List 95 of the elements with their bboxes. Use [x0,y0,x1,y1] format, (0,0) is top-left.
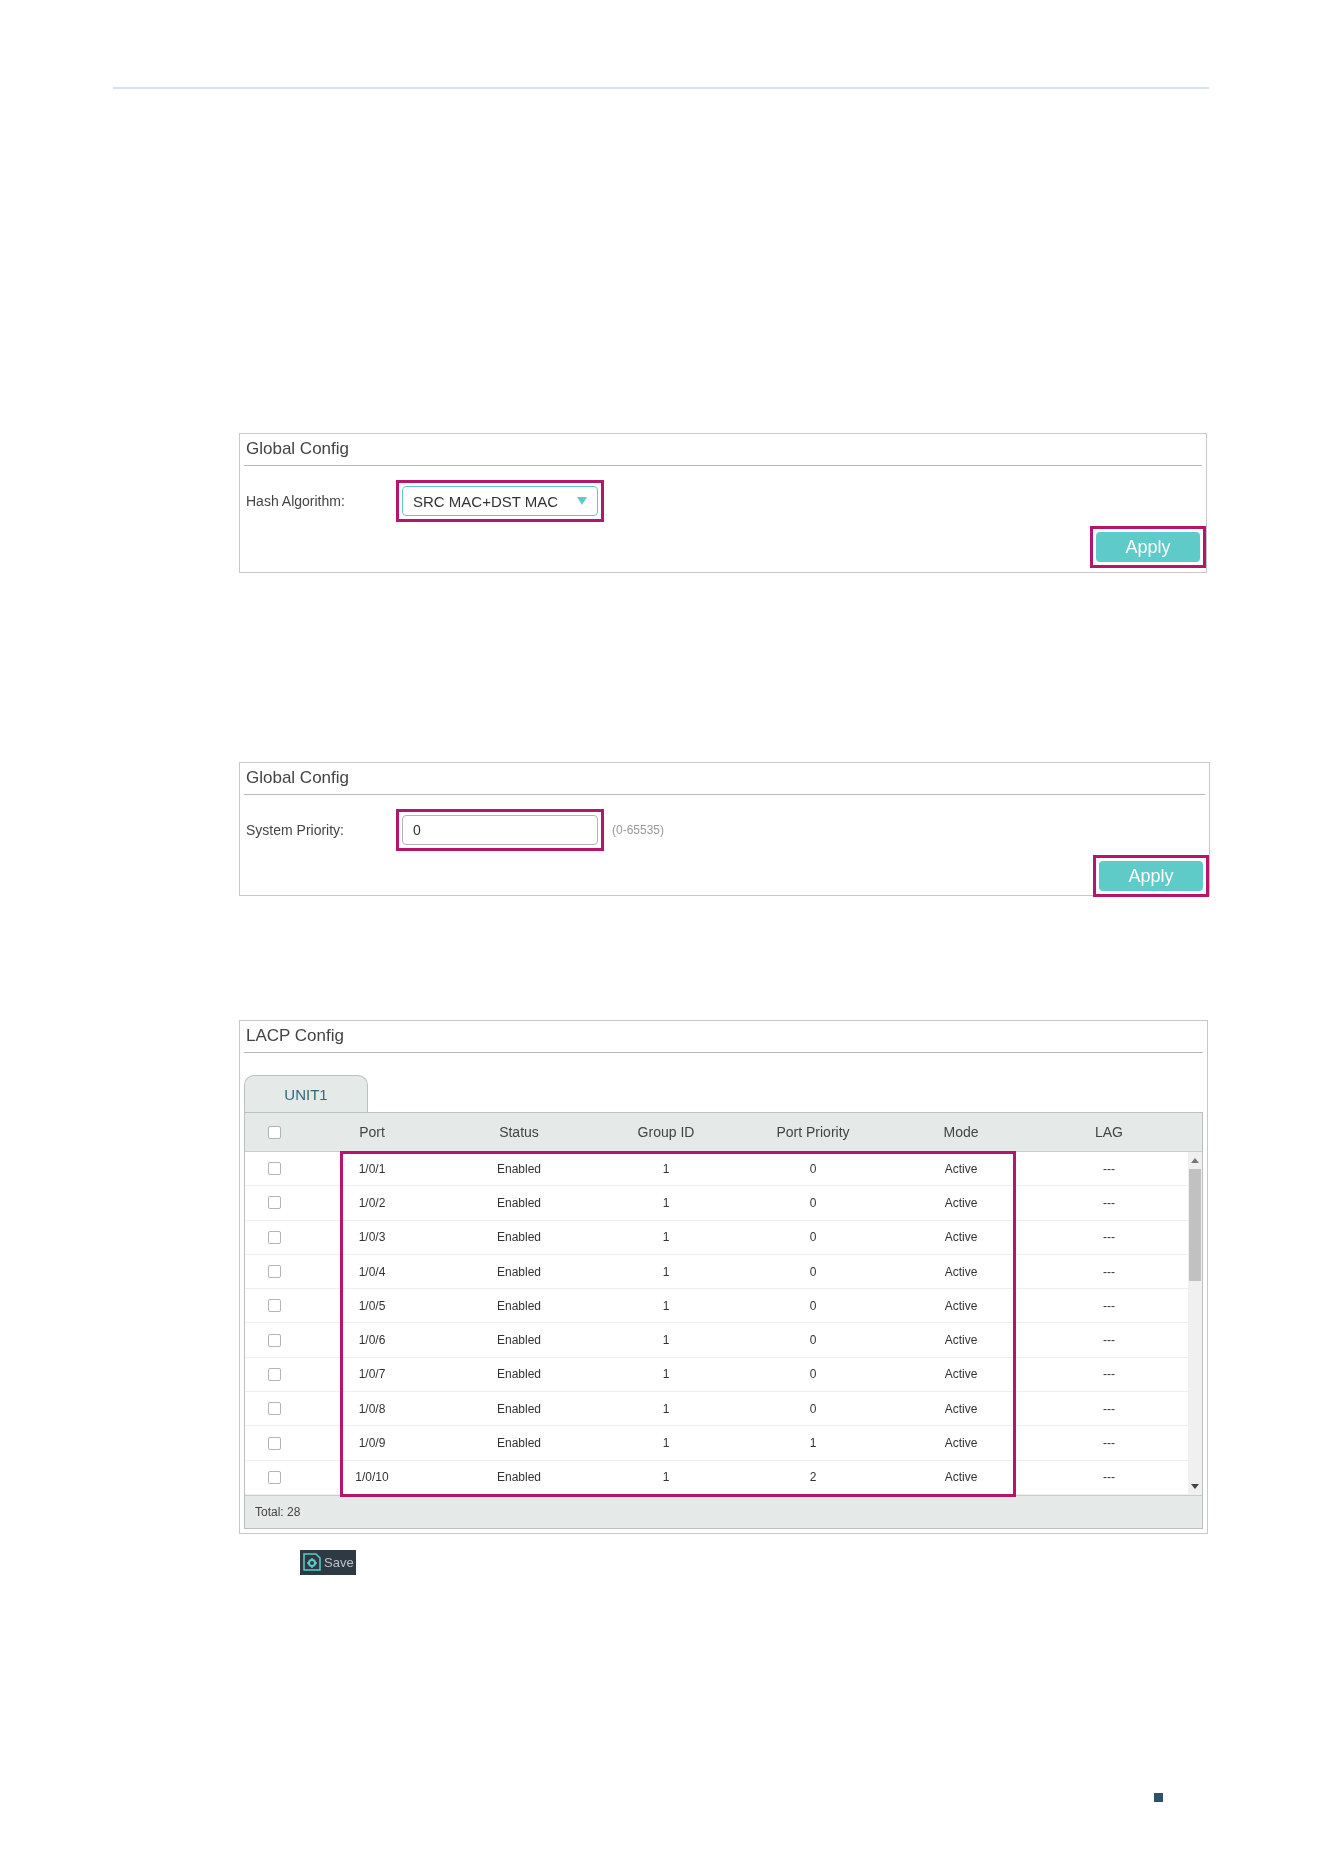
table-cell: --- [1103,1195,1115,1210]
table-cell: 1/0/7 [358,1367,386,1382]
table-cell: --- [1103,1298,1115,1313]
table-cell: 1 [662,1436,670,1450]
scrollbar-thumb[interactable] [1189,1169,1201,1281]
table-cell: 1/0/5 [358,1298,386,1313]
table-cell: Active [944,1264,978,1279]
table-cell: 1 [662,1333,670,1348]
checkbox[interactable] [267,1333,281,1347]
table-cell: 1/0/6 [358,1333,386,1348]
table-cell: Enabled [496,1470,541,1485]
panel-title: Global Config [245,767,350,789]
checkbox[interactable] [267,1436,281,1450]
table-cell: --- [1103,1367,1115,1382]
table-cell: 2 [809,1470,817,1485]
table-cell: 1 [662,1470,670,1485]
total-count: Total: 28 [255,1504,301,1519]
checkbox[interactable] [267,1196,281,1210]
table-cell: 1/0/4 [358,1264,386,1279]
table-cell: 0 [809,1264,817,1279]
table-cell: 0 [809,1367,817,1382]
page-marker [1154,1792,1163,1802]
table-cell: Active [944,1161,978,1176]
range-hint: (0-65535) [612,823,665,837]
table-cell: 1 [662,1230,670,1245]
table-cell: --- [1103,1161,1115,1176]
table-cell: Enabled [496,1195,541,1210]
table-cell: 1 [662,1161,670,1176]
table-cell: 1/0/8 [358,1401,386,1416]
checkbox[interactable] [267,1265,281,1279]
table-cell: Active [944,1333,978,1348]
save-button[interactable]: Save [300,1549,356,1575]
table-cell: 0 [809,1333,817,1348]
checkbox[interactable] [267,1299,281,1313]
checkbox[interactable] [267,1125,281,1139]
table-cell: --- [1103,1333,1115,1348]
table-cell: 0 [809,1161,817,1176]
table-cell: 1 [662,1401,670,1416]
column-header: Status [499,1124,539,1140]
field-label: System Priority: [246,822,345,838]
table-cell: Enabled [496,1401,541,1416]
table-cell: Enabled [496,1333,541,1348]
checkbox[interactable] [267,1470,281,1484]
table-cell: Enabled [496,1367,541,1382]
table-cell: 0 [809,1298,817,1313]
column-header: Port [359,1124,385,1140]
column-header: LAG [1095,1124,1123,1140]
checkbox[interactable] [267,1230,281,1244]
table-cell: 1/0/3 [358,1230,386,1245]
table-cell: --- [1103,1230,1115,1245]
dropdown-field[interactable]: SRC MAC+DST MAC [402,486,598,516]
checkbox[interactable] [267,1367,281,1381]
table-cell: --- [1103,1436,1115,1450]
table-cell: Active [944,1195,978,1210]
field-label: Hash Algorithm: [246,493,346,509]
table-cell: 1/0/2 [358,1195,386,1210]
table-cell: Active [944,1298,978,1313]
tab[interactable]: UNIT1 [244,1075,368,1112]
table-cell: 1/0/10 [355,1470,389,1485]
panel-title: LACP Config [245,1025,345,1047]
table-cell: --- [1103,1401,1115,1416]
table-cell: 1 [662,1298,670,1313]
table-cell: Active [944,1367,978,1382]
table-cell: Active [944,1230,978,1245]
table-cell: 1 [809,1436,817,1450]
caret-icon [577,497,587,505]
table-cell: 1 [662,1195,670,1210]
panel-title: Global Config [245,438,350,460]
table-cell: 0 [809,1401,817,1416]
scroll-up-arrow-icon[interactable] [1191,1158,1199,1163]
table-cell: Enabled [496,1161,541,1176]
table-cell: 1 [662,1367,670,1382]
table-cell: Active [944,1436,978,1450]
column-header: Group ID [637,1124,695,1140]
checkbox[interactable] [267,1162,281,1176]
table-cell: 1/0/1 [358,1161,386,1176]
scrollbar[interactable] [1188,1152,1202,1495]
table-cell: 0 [809,1195,817,1210]
table-cell: Active [944,1470,978,1485]
gear-document-icon [302,1552,322,1573]
input-field[interactable]: 0 [402,815,598,845]
table-cell: 0 [809,1230,817,1245]
checkbox[interactable] [267,1402,281,1416]
table-cell: 1/0/9 [358,1436,386,1450]
table-cell: Enabled [496,1436,541,1450]
table-cell: Active [944,1401,978,1416]
scroll-down-arrow-icon[interactable] [1191,1483,1199,1489]
table-cell: --- [1103,1470,1115,1485]
table-cell: Enabled [496,1298,541,1313]
table-cell: Enabled [496,1230,541,1245]
table-cell: --- [1103,1264,1115,1279]
column-header: Port Priority [776,1124,850,1140]
table-cell: 1 [662,1264,670,1279]
column-header: Mode [943,1124,979,1140]
table-cell: Enabled [496,1264,541,1279]
